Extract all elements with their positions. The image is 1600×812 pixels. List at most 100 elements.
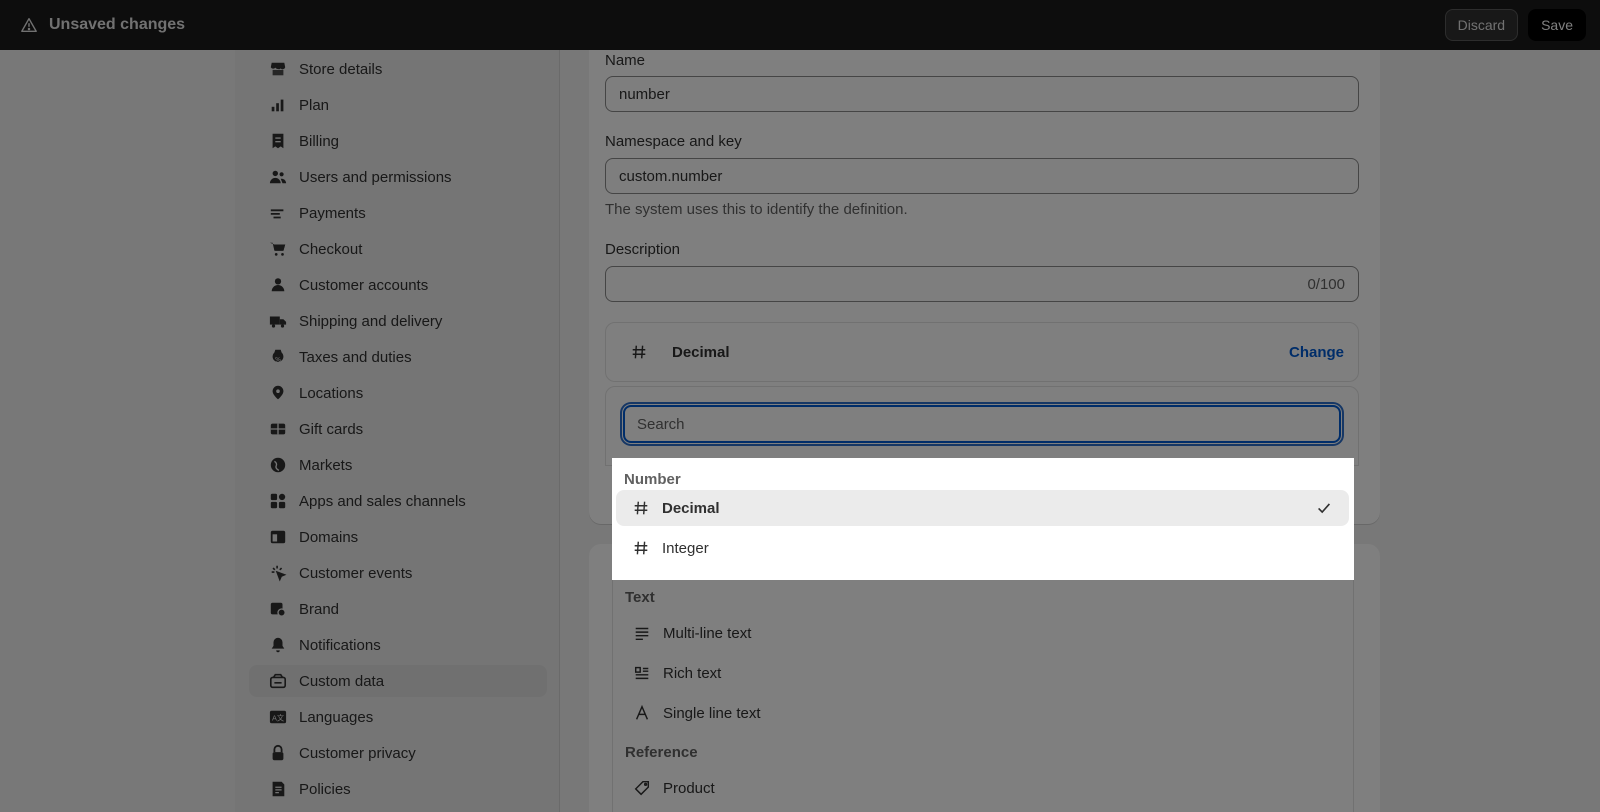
sidebar-item-label: Notifications <box>299 636 381 654</box>
checkmark-icon <box>1318 503 1331 514</box>
option-label: Decimal <box>662 499 720 517</box>
section-heading-reference: Reference <box>625 744 698 761</box>
product-tag-icon <box>633 779 651 797</box>
unsaved-changes-bar: Unsaved changes Discard Save <box>0 0 1600 50</box>
domains-icon <box>269 528 287 546</box>
sidebar-item-label: Custom data <box>299 672 385 690</box>
save-button[interactable]: Save <box>1528 9 1586 41</box>
policies-icon <box>269 780 287 798</box>
sidebar-item-label: Locations <box>299 384 364 402</box>
sidebar-item-billing[interactable]: Billing <box>249 125 547 157</box>
sidebar-item-label: Customer events <box>299 564 413 582</box>
apps-icon <box>269 492 287 510</box>
description-input[interactable]: 0/100 <box>605 266 1359 302</box>
option-multi-line-text[interactable]: Multi-line text <box>617 615 1350 651</box>
sidebar-item-customer-privacy[interactable]: Customer privacy <box>249 737 547 769</box>
sidebar-item-label: Gift cards <box>299 420 364 438</box>
sidebar-item-label: Languages <box>299 708 374 726</box>
plan-icon <box>269 96 287 114</box>
svg-text:%: % <box>275 357 281 364</box>
sidebar-item-label: Markets <box>299 456 353 474</box>
sidebar-item-label: Payments <box>299 204 366 222</box>
sidebar-item-markets[interactable]: Markets <box>249 449 547 481</box>
hash-icon <box>632 499 650 517</box>
sidebar-item-domains[interactable]: Domains <box>249 521 547 553</box>
rich-text-icon <box>633 664 651 682</box>
sidebar-item-customer-events[interactable]: Customer events <box>249 557 547 589</box>
sidebar-item-checkout[interactable]: Checkout <box>249 233 547 265</box>
sidebar-item-customer-accounts[interactable]: Customer accounts <box>249 269 547 301</box>
sidebar-item-locations[interactable]: Locations <box>249 377 547 409</box>
store-icon <box>269 60 287 78</box>
description-label: Description <box>605 241 681 258</box>
option-label: Multi-line text <box>663 624 752 642</box>
hash-icon <box>632 539 650 557</box>
sidebar-item-languages[interactable]: A文 Languages <box>249 701 547 733</box>
settings-sidebar: Store details Plan Billing Users and per… <box>235 50 560 812</box>
sidebar-item-custom-data[interactable]: Custom data <box>249 665 547 697</box>
sidebar-item-apps[interactable]: Apps and sales channels <box>249 485 547 517</box>
option-product[interactable]: Product <box>617 770 1350 806</box>
sidebar-item-label: Plan <box>299 96 330 114</box>
sidebar-item-label: Shipping and delivery <box>299 312 443 330</box>
languages-icon: A文 <box>269 708 287 726</box>
sidebar-item-shipping[interactable]: Shipping and delivery <box>249 305 547 337</box>
selected-type-name: Decimal <box>672 343 730 361</box>
sidebar-item-store-details[interactable]: Store details <box>249 53 547 85</box>
name-label: Name <box>605 52 646 69</box>
option-rich-text[interactable]: Rich text <box>617 655 1350 691</box>
option-label: Rich text <box>663 664 722 682</box>
type-selector: Decimal Change <box>605 322 1359 382</box>
sidebar-item-label: Billing <box>299 132 340 150</box>
option-label: Integer <box>662 539 709 557</box>
number-section-highlight: Number Decimal Integer <box>612 458 1354 580</box>
option-integer[interactable]: Integer <box>616 530 1349 566</box>
brand-icon <box>269 600 287 618</box>
namespace-input[interactable]: custom.number <box>605 158 1359 194</box>
change-type-link[interactable]: Change <box>1289 344 1344 361</box>
location-icon <box>269 384 287 402</box>
option-decimal[interactable]: Decimal <box>616 490 1349 526</box>
sidebar-item-plan[interactable]: Plan <box>249 89 547 121</box>
sidebar-item-gift-cards[interactable]: Gift cards <box>249 413 547 445</box>
sidebar-item-label: Brand <box>299 600 340 618</box>
lock-icon <box>269 744 287 762</box>
type-search-panel <box>605 386 1359 466</box>
billing-icon <box>269 132 287 150</box>
users-icon <box>269 168 287 186</box>
description-char-count: 0/100 <box>1307 275 1345 293</box>
bell-icon <box>269 636 287 654</box>
sidebar-item-label: Customer accounts <box>299 276 429 294</box>
sidebar-item-payments[interactable]: Payments <box>249 197 547 229</box>
option-label: Product <box>663 779 715 797</box>
section-heading-number: Number <box>624 471 681 488</box>
bar-title: Unsaved changes <box>49 16 186 33</box>
namespace-value: custom.number <box>619 167 723 185</box>
gift-card-icon <box>269 420 287 438</box>
namespace-label: Namespace and key <box>605 133 742 150</box>
sidebar-item-label: Customer privacy <box>299 744 416 762</box>
sidebar-item-label: Domains <box>299 528 359 546</box>
sidebar-item-users[interactable]: Users and permissions <box>249 161 547 193</box>
person-icon <box>269 276 287 294</box>
custom-data-icon <box>269 672 287 690</box>
sidebar-item-label: Policies <box>299 780 351 798</box>
cart-icon <box>269 240 287 258</box>
discard-button[interactable]: Discard <box>1444 9 1519 41</box>
sidebar-item-brand[interactable]: Brand <box>249 593 547 625</box>
globe-icon <box>269 456 287 474</box>
sidebar-item-label: Store details <box>299 60 383 78</box>
sidebar-item-label: Users and permissions <box>299 168 452 186</box>
option-single-line-text[interactable]: Single line text <box>617 695 1350 731</box>
type-search-input[interactable] <box>623 405 1341 443</box>
name-input[interactable]: number <box>605 76 1359 112</box>
warning-icon <box>21 17 37 33</box>
sidebar-item-notifications[interactable]: Notifications <box>249 629 547 661</box>
multiline-text-icon <box>633 624 651 642</box>
namespace-help-text: The system uses this to identify the def… <box>605 201 908 218</box>
sidebar-item-taxes[interactable]: % Taxes and duties <box>249 341 547 373</box>
section-heading-text: Text <box>625 589 655 606</box>
sidebar-item-policies[interactable]: Policies <box>249 773 547 805</box>
sidebar-item-label: Taxes and duties <box>299 348 412 366</box>
name-value: number <box>619 85 670 103</box>
